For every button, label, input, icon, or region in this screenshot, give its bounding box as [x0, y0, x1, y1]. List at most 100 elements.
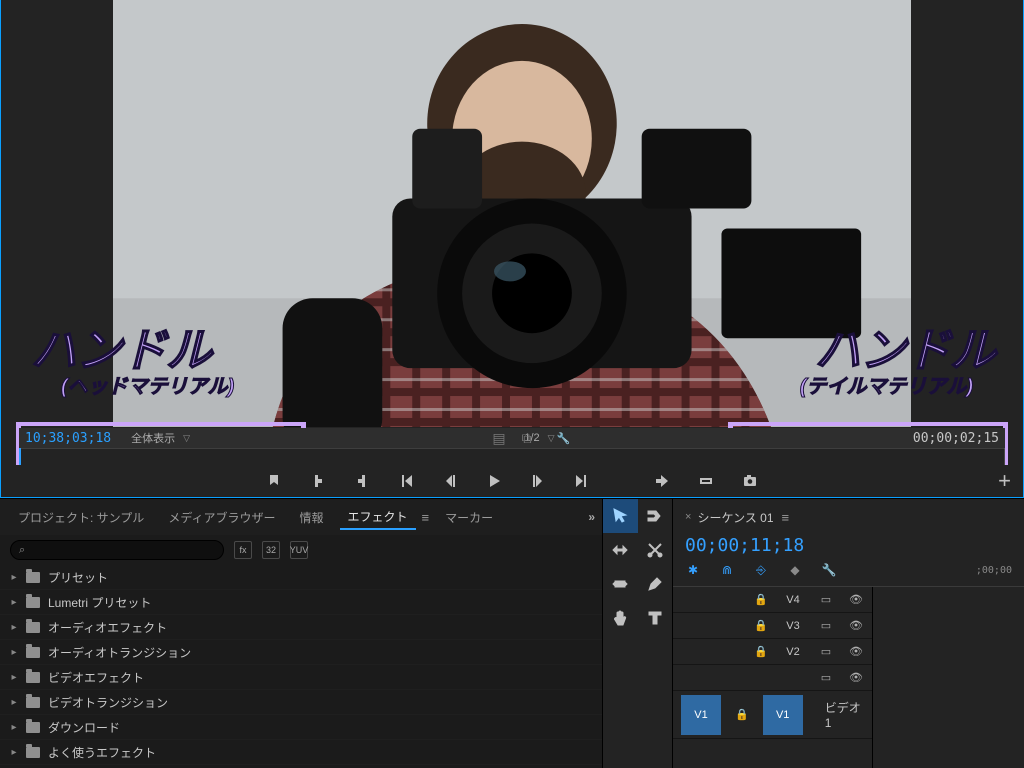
timeline-tools: [603, 499, 673, 768]
effect-folder-label: ビデオエフェクト: [48, 669, 144, 686]
folder-icon: [26, 622, 40, 633]
effect-folder[interactable]: ▸ Lumetri プリセット: [0, 590, 602, 615]
toggle-output-icon[interactable]: ▭: [818, 670, 834, 686]
goto-in-button[interactable]: [395, 470, 417, 492]
panel-tab-row: プロジェクト: サンプル メディアブラウザー 情報 エフェクト ≡ マーカー »: [0, 499, 602, 535]
panel-menu-icon[interactable]: ≡: [782, 510, 790, 525]
effect-folder[interactable]: ▸ よく使うエフェクト: [0, 740, 602, 765]
eye-icon[interactable]: 👁: [848, 592, 864, 608]
mark-out-button[interactable]: [351, 470, 373, 492]
effect-folder[interactable]: ▸ ビデオエフェクト: [0, 665, 602, 690]
effect-folder[interactable]: ▸ オーディオエフェクト: [0, 615, 602, 640]
effect-folder-label: ダウンロード: [48, 719, 120, 736]
step-forward-button[interactable]: [527, 470, 549, 492]
effects-tree[interactable]: ▸ プリセット▸ Lumetri プリセット▸ オーディオエフェクト▸ オーディ…: [0, 565, 602, 768]
goto-out-button[interactable]: [571, 470, 593, 492]
lock-icon[interactable]: 🔒: [735, 708, 749, 721]
toggle-output-icon[interactable]: ▭: [818, 592, 834, 608]
toggle-output-icon[interactable]: ▭: [818, 644, 834, 660]
eye-icon[interactable]: 👁: [848, 618, 864, 634]
linked-select-icon[interactable]: ⎆: [753, 562, 769, 578]
folder-icon: [26, 697, 40, 708]
export-frame-button[interactable]: [739, 470, 761, 492]
pen-tool[interactable]: [638, 567, 673, 601]
type-tool[interactable]: [638, 601, 673, 635]
hand-tool[interactable]: [603, 601, 638, 635]
eye-icon[interactable]: 👁: [848, 644, 864, 660]
disclosure-icon: ▸: [10, 622, 18, 633]
track-name: V3: [782, 620, 804, 632]
chevron-down-icon: ▽: [183, 433, 190, 444]
track-header[interactable]: 🔒 V2 ▭ 👁: [673, 639, 872, 665]
overwrite-button[interactable]: [695, 470, 717, 492]
mark-in-button[interactable]: [307, 470, 329, 492]
lock-icon[interactable]: 🔒: [754, 645, 768, 658]
tab-info[interactable]: 情報: [291, 505, 331, 530]
close-sequence-icon[interactable]: ×: [685, 511, 691, 523]
annotation-tail-material: (テイルマテリアル): [800, 370, 973, 399]
track-select-tool[interactable]: [638, 499, 673, 533]
effect-folder[interactable]: ▸ ビデオトランジション: [0, 690, 602, 715]
chevron-down-icon: ▽: [548, 433, 555, 444]
in-timecode: 10;38;03;18: [19, 431, 117, 446]
disclosure-icon: ▸: [10, 597, 18, 608]
folder-icon: [26, 597, 40, 608]
slip-tool[interactable]: [603, 567, 638, 601]
track-header[interactable]: 🔒 V4 ▭ 👁: [673, 587, 872, 613]
eye-icon[interactable]: 👁: [848, 670, 864, 686]
snap-icon[interactable]: ✱: [685, 562, 701, 578]
play-button[interactable]: [483, 470, 505, 492]
insert-button[interactable]: [651, 470, 673, 492]
overflow-chevrons-icon[interactable]: »: [588, 510, 592, 524]
tab-project[interactable]: プロジェクト: サンプル: [10, 505, 152, 530]
razor-tool[interactable]: [638, 533, 673, 567]
sequence-tab[interactable]: シーケンス 01: [697, 509, 773, 526]
track-headers: 🔒 V4 ▭ 👁🔒 V3 ▭ 👁🔒 V2 ▭ 👁▭ 👁V1: [673, 587, 873, 768]
record-patch[interactable]: V1: [763, 695, 803, 735]
track-header[interactable]: ▭ 👁: [673, 665, 872, 691]
ripple-edit-tool[interactable]: [603, 533, 638, 567]
track-header[interactable]: 🔒 V3 ▭ 👁: [673, 613, 872, 639]
toggle-output-icon[interactable]: ▭: [818, 618, 834, 634]
settings-strip-icon[interactable]: ▤: [492, 430, 505, 447]
32bit-filter[interactable]: 32: [262, 541, 280, 559]
wrench-icon[interactable]: 🔧: [555, 432, 573, 445]
effects-panel: プロジェクト: サンプル メディアブラウザー 情報 エフェクト ≡ マーカー »…: [0, 499, 603, 768]
disclosure-icon: ▸: [10, 572, 18, 583]
add-button[interactable]: +: [998, 468, 1011, 494]
annotation-head-material: (ヘッドマテリアル): [61, 370, 234, 399]
tab-media-browser[interactable]: メディアブラウザー: [160, 505, 283, 530]
timeline-timecode[interactable]: 00;00;11;18: [685, 535, 804, 556]
magnet-icon[interactable]: ⋒: [719, 562, 735, 578]
lock-icon[interactable]: 🔒: [754, 619, 768, 632]
folder-icon: [26, 747, 40, 758]
tab-effects[interactable]: エフェクト: [340, 504, 416, 530]
video-preview[interactable]: [113, 0, 911, 427]
effect-folder[interactable]: ▸ プリセット: [0, 565, 602, 590]
yuv-filter[interactable]: YUV: [290, 541, 308, 559]
wrench-icon[interactable]: 🔧: [821, 562, 837, 578]
bottom-panels: プロジェクト: サンプル メディアブラウザー 情報 エフェクト ≡ マーカー »…: [0, 498, 1024, 768]
accelerated-fx-filter[interactable]: fx: [234, 541, 252, 559]
effect-folder-label: オーディオエフェクト: [48, 619, 167, 636]
folder-icon: [26, 647, 40, 658]
step-back-button[interactable]: [439, 470, 461, 492]
add-marker-button[interactable]: [263, 470, 285, 492]
effect-folder[interactable]: ▸ ダウンロード: [0, 715, 602, 740]
effect-folder[interactable]: ▸ オーディオトランジション: [0, 640, 602, 665]
effect-folder-label: プリセット: [48, 569, 108, 586]
timeline-panel: × シーケンス 01 ≡ 00;00;11;18 ✱ ⋒ ⎆ ◆ 🔧 ;00;0…: [673, 499, 1024, 768]
effect-folder-label: よく使うエフェクト: [48, 744, 156, 761]
track-canvas[interactable]: [873, 587, 1024, 768]
source-patch[interactable]: V1: [681, 695, 721, 735]
track-header-selected[interactable]: V1 🔒 V1 ビデオ 1: [673, 691, 872, 739]
effect-folder-label: オーディオトランジション: [48, 644, 191, 661]
panel-menu-icon[interactable]: ≡: [422, 510, 430, 525]
marker-settings-icon[interactable]: ◆: [787, 562, 803, 578]
effects-search-input[interactable]: ⌕: [10, 540, 224, 560]
lock-icon[interactable]: 🔒: [754, 593, 768, 606]
selection-tool[interactable]: [603, 499, 638, 533]
compare-icon[interactable]: ⧉: [522, 430, 532, 447]
tab-markers[interactable]: マーカー: [437, 505, 501, 530]
display-mode-dropdown[interactable]: 全体表示▽: [131, 430, 190, 446]
